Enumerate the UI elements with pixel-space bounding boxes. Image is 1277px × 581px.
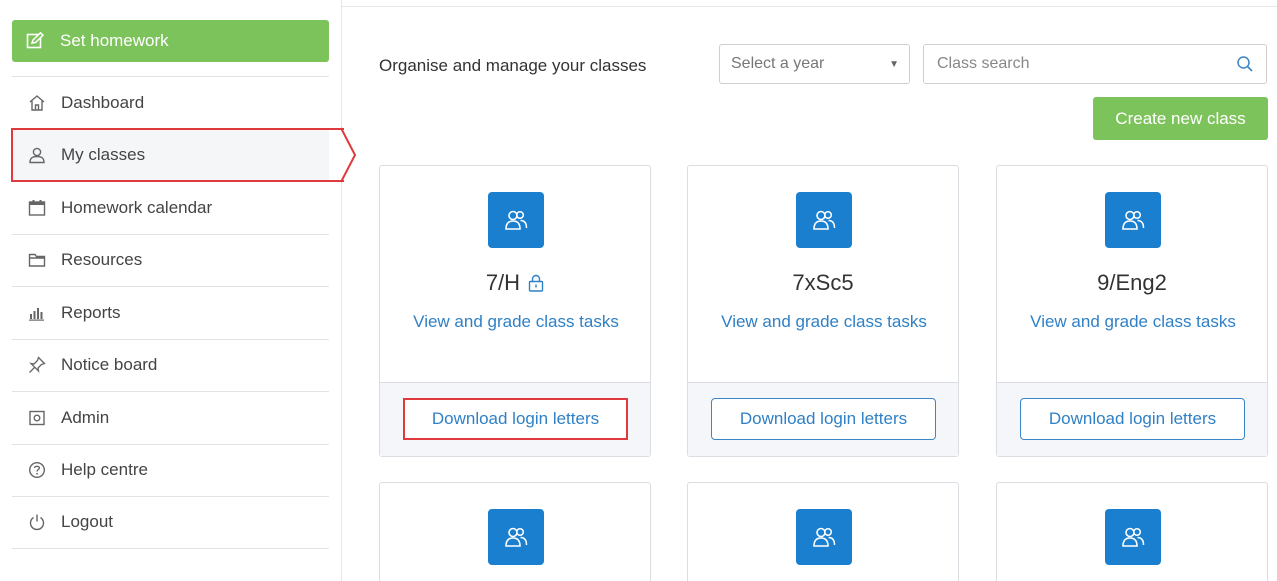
class-card [996, 482, 1268, 581]
search-icon[interactable] [1236, 55, 1254, 73]
download-login-letters-button[interactable]: Download login letters [1020, 398, 1245, 440]
calendar-icon [26, 197, 48, 219]
class-card: 7xSc5 View and grade class tasks Downloa… [687, 165, 959, 457]
home-icon [26, 92, 48, 114]
group-icon [1105, 509, 1161, 565]
sidebar-item-label: Resources [61, 250, 143, 270]
sidebar-item-dashboard[interactable]: Dashboard [12, 76, 329, 129]
sidebar-item-label: Reports [61, 302, 121, 322]
edit-icon [26, 32, 44, 49]
my-classes-highlight [11, 128, 344, 182]
group-icon [488, 509, 544, 565]
group-icon [488, 192, 544, 248]
lock-icon [528, 274, 544, 292]
class-card-top: 9/Eng2 View and grade class tasks [997, 166, 1267, 382]
class-name: 9/Eng2 [1097, 270, 1167, 295]
sidebar-item-notice-board[interactable]: Notice board [12, 338, 329, 392]
power-icon [26, 511, 48, 533]
highlight-arrow-icon [340, 127, 357, 183]
sidebar-item-label: Dashboard [61, 92, 145, 112]
sidebar-item-reports[interactable]: Reports [12, 286, 329, 339]
question-icon [26, 459, 48, 481]
class-card [687, 482, 959, 581]
class-card-footer: Download login letters [688, 382, 958, 456]
class-name-text: 7/H [485, 270, 521, 295]
bar-chart-icon [26, 302, 48, 324]
class-name: 7xSc5 [792, 270, 854, 295]
page-heading: Organise and manage your classes [379, 56, 647, 75]
class-card-top: 7xSc5 View and grade class tasks [688, 166, 958, 382]
sidebar-item-label: Logout [61, 512, 113, 532]
view-grade-tasks-link[interactable]: View and grade class tasks [410, 310, 622, 334]
class-card: 9/Eng2 View and grade class tasks Downlo… [996, 165, 1268, 457]
sidebar-item-logout[interactable]: Logout [12, 496, 329, 549]
set-homework-label: Set homework [60, 31, 169, 50]
pin-icon [26, 354, 48, 376]
group-icon [1105, 192, 1161, 248]
chevron-down-icon: ▼ [889, 59, 899, 70]
sidebar-item-label: Help centre [61, 460, 148, 480]
class-card [379, 482, 651, 581]
sidebar-item-help-centre[interactable]: Help centre [12, 443, 329, 497]
view-grade-tasks-link[interactable]: View and grade class tasks [718, 310, 930, 334]
top-divider [342, 6, 1277, 7]
class-card-footer: Download login letters [997, 382, 1267, 456]
sidebar-item-admin[interactable]: Admin [12, 391, 329, 444]
sidebar-item-resources[interactable]: Resources [12, 233, 329, 287]
sidebar-item-label: Admin [61, 407, 110, 427]
class-card-footer: Download login letters [380, 382, 650, 456]
set-homework-button[interactable]: Set homework [12, 20, 329, 62]
view-grade-tasks-link[interactable]: View and grade class tasks [1027, 310, 1239, 334]
year-select-value: Select a year [731, 55, 825, 72]
class-search-input[interactable] [937, 55, 1227, 73]
class-name: 7/H [380, 270, 650, 296]
class-card: 7/H View and grade class tasks Download … [379, 165, 651, 457]
group-icon [796, 509, 852, 565]
folder-icon [26, 249, 48, 271]
create-new-class-button[interactable]: Create new class [1093, 97, 1268, 140]
sidebar-item-label: Homework calendar [61, 197, 213, 217]
sidebar-item-homework-calendar[interactable]: Homework calendar [12, 181, 329, 234]
download-login-letters-button[interactable]: Download login letters [403, 398, 628, 440]
year-select[interactable]: Select a year ▼ [719, 44, 910, 84]
sidebar-item-label: Notice board [61, 355, 158, 375]
download-login-letters-button[interactable]: Download login letters [711, 398, 936, 440]
class-search [923, 44, 1267, 84]
admin-icon [26, 407, 48, 429]
group-icon [796, 192, 852, 248]
class-card-top: 7/H View and grade class tasks [380, 166, 650, 382]
sidebar: Set homework Dashboard My classes Homewo… [0, 0, 342, 581]
